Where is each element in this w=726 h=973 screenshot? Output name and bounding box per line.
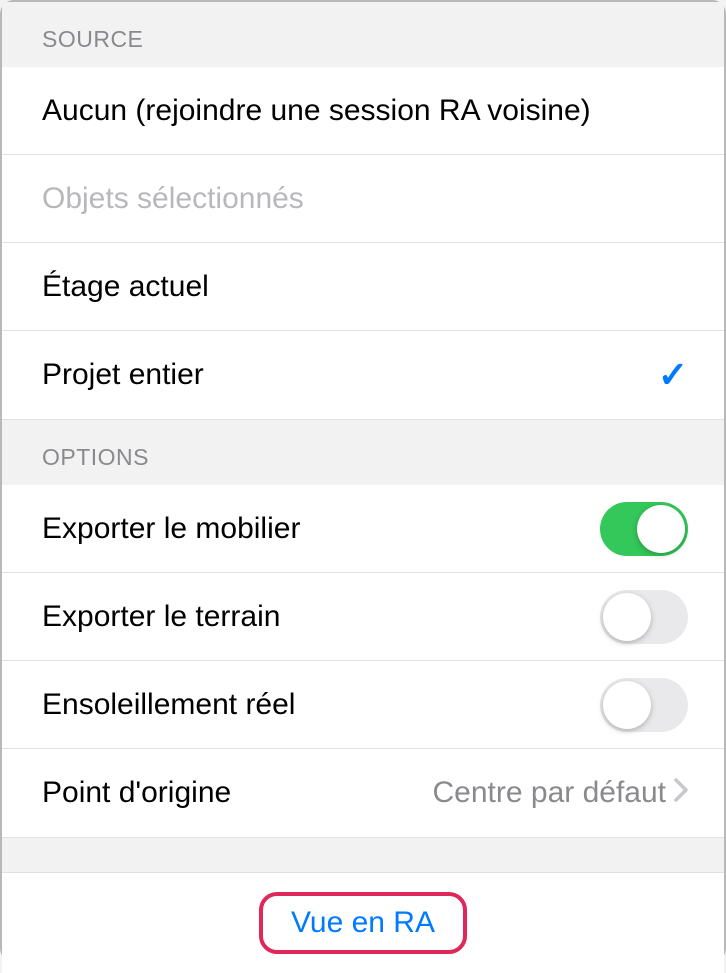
spacer [2, 837, 724, 873]
option-real-sun: Ensoleillement réel [2, 661, 724, 749]
source-list: Aucun (rejoindre une session RA voisine)… [2, 67, 724, 419]
options-section-header: Options [2, 419, 724, 485]
footer: Vue en RA [2, 873, 724, 973]
option-value: Centre par défaut [231, 776, 666, 810]
source-item-whole-project[interactable]: Projet entier ✓ [2, 331, 724, 419]
options-list: Exporter le mobilier Exporter le terrain… [2, 485, 724, 837]
source-item-label: Aucun (rejoindre une session RA voisine) [42, 94, 591, 128]
switch-knob [603, 593, 651, 641]
toggle-export-furniture[interactable] [600, 502, 688, 556]
toggle-export-terrain[interactable] [600, 590, 688, 644]
source-item-label: Objets sélectionnés [42, 182, 304, 216]
source-item-current-floor[interactable]: Étage actuel [2, 243, 724, 331]
option-label: Exporter le terrain [42, 600, 280, 634]
chevron-right-icon [674, 778, 688, 808]
source-item-none[interactable]: Aucun (rejoindre une session RA voisine) [2, 67, 724, 155]
switch-knob [637, 505, 685, 553]
toggle-real-sun[interactable] [600, 678, 688, 732]
source-item-selected-objects: Objets sélectionnés [2, 155, 724, 243]
option-label: Point d'origine [42, 776, 231, 810]
checkmark-icon: ✓ [658, 354, 688, 396]
option-origin-point[interactable]: Point d'origine Centre par défaut [2, 749, 724, 837]
source-item-label: Projet entier [42, 358, 204, 392]
view-in-ar-button[interactable]: Vue en RA [259, 892, 467, 954]
option-export-furniture: Exporter le mobilier [2, 485, 724, 573]
switch-knob [603, 681, 651, 729]
option-label: Exporter le mobilier [42, 512, 300, 546]
option-label: Ensoleillement réel [42, 688, 295, 722]
option-export-terrain: Exporter le terrain [2, 573, 724, 661]
source-item-label: Étage actuel [42, 270, 209, 304]
source-section-header: Source [2, 2, 724, 67]
